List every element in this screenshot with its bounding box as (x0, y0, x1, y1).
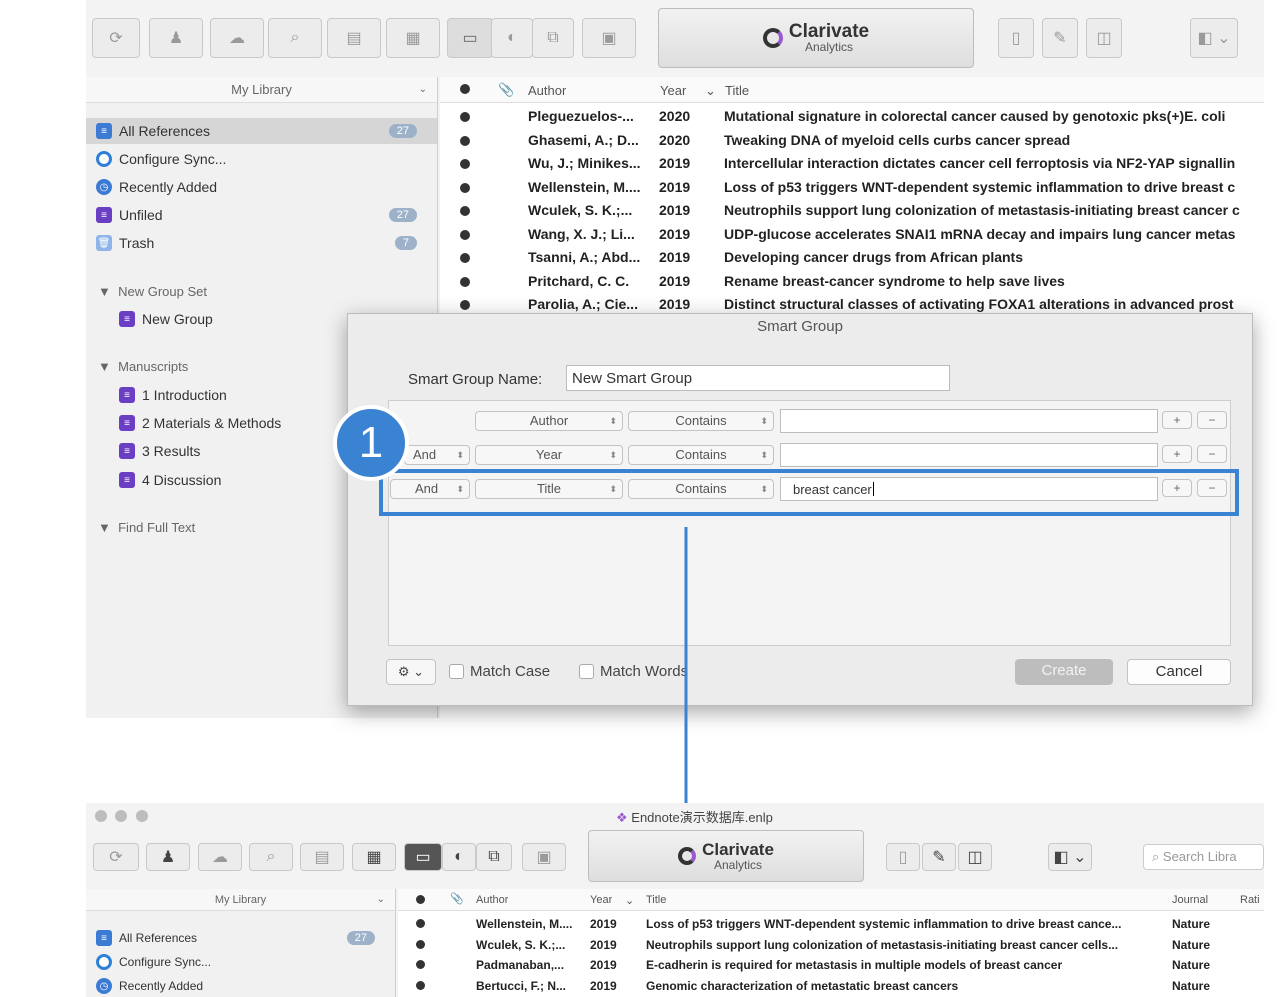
layout-button-2[interactable]: ✎ (922, 843, 956, 871)
sidebar-item-label: Recently Added (119, 979, 204, 993)
sidebar-item-label: All References (119, 931, 198, 945)
layout-button-3[interactable]: ◫ (958, 843, 992, 871)
read-status-dot (416, 919, 425, 928)
journal-cell: Nature (1172, 937, 1211, 952)
sidebar-item-all-references[interactable]: ≡ All References 27 (86, 927, 395, 949)
read-status-dot (416, 960, 425, 969)
read-status-column-icon[interactable] (416, 895, 425, 904)
split-icon: ◫ (967, 849, 983, 866)
online-button[interactable]: ◐ (442, 843, 476, 871)
title-cell: Genomic characterization of metastatic b… (646, 978, 959, 993)
search-icon: ⌕ (1152, 849, 1163, 864)
window-title: ❖ Endnote演示数据库.enlp (616, 807, 773, 826)
sync-button[interactable]: ⟳ (93, 843, 139, 871)
zoom-window-icon[interactable] (136, 810, 148, 822)
pdf-icon: ▣ (536, 849, 552, 866)
clock-icon: ◷ (96, 978, 112, 994)
citation-icon: ▦ (366, 849, 382, 866)
cloud-icon: ☁ (212, 849, 228, 866)
find-icon: ⌕ (266, 848, 276, 865)
brand-subtitle: Analytics (713, 858, 762, 872)
library-button[interactable]: ⧉ (476, 843, 512, 871)
find-button[interactable]: ⌕ (249, 843, 293, 871)
table-row[interactable]: Bertucci, F.; N... 2019 Genomic characteri… (398, 976, 1264, 996)
endnote-file-icon: ❖ (616, 810, 632, 825)
library-icon: ⧉ (488, 848, 500, 865)
sync-icon (96, 954, 112, 970)
column-journal[interactable]: Journal (1172, 894, 1208, 906)
table-row[interactable]: Wculek, S. K.;... 2019 Neutrophils support… (398, 935, 1264, 955)
add-user-button[interactable]: ♟ (146, 843, 190, 871)
column-year[interactable]: Year (590, 894, 612, 906)
title-cell: E-cadherin is required for metastasis in… (646, 958, 1063, 972)
column-author[interactable]: Author (476, 894, 508, 906)
sort-chevron-icon: ⌄ (625, 895, 635, 907)
list-header: 📎 Author Year ⌄ Title Journal Rati (398, 889, 1264, 911)
panel-icon: ▯ (898, 849, 908, 866)
document-icon: ▤ (314, 849, 330, 866)
title-cell: Neutrophils support lung colonization of… (646, 937, 1119, 952)
author-cell: Wculek, S. K.;... (476, 937, 566, 952)
table-row[interactable]: Padmanaban,... 2019 E-cadherin is required… (398, 955, 1264, 975)
clarivate-logo-icon (678, 847, 697, 865)
sidebar-item-label: Configure Sync... (119, 955, 212, 969)
edit-reference-button[interactable]: ▤ (300, 843, 344, 871)
reference-list: 📎 Author Year ⌄ Title Journal Rati Welle… (398, 889, 1264, 997)
brand-title: Clarivate (702, 840, 774, 859)
year-cell: 2019 (590, 958, 617, 972)
insert-citation-button[interactable]: ▦ (352, 843, 396, 871)
search-input[interactable]: ⌕ Search Libra (1143, 844, 1264, 870)
attachment-column-icon[interactable]: 📎 (450, 892, 464, 905)
author-cell: Bertucci, F.; N... (476, 978, 567, 993)
references-icon: ≡ (96, 930, 112, 946)
sidebar: My Library ⌄ ≡ All References 27 Configure … (86, 889, 396, 997)
close-window-icon[interactable] (95, 810, 107, 822)
year-cell: 2019 (590, 978, 617, 993)
clarivate-brand: Clarivate Analytics (588, 830, 864, 882)
cloud-button[interactable]: ☁ (198, 843, 242, 871)
sync-icon: ⟳ (109, 849, 123, 866)
person-icon: ♟ (160, 849, 176, 866)
search-placeholder: Search Libra (1162, 849, 1237, 864)
layout-toggle-icon: ◧ ⌄ (1053, 849, 1087, 866)
layout-toggle-button[interactable]: ◧ ⌄ (1048, 843, 1092, 871)
table-row[interactable]: Wellenstein, M.... 2019 Loss of p53 trigge… (398, 914, 1264, 934)
column-rating[interactable]: Rati (1240, 894, 1260, 906)
chevron-down-icon: ⌄ (376, 894, 385, 905)
sidebar-header[interactable]: My Library ⌄ (86, 889, 395, 911)
journal-cell: Nature (1172, 917, 1211, 931)
folder-icon: ▭ (415, 849, 431, 866)
endnote-window-bottom: ❖ Endnote演示数据库.enlp ⟳ ♟ ☁ ⌕ ▤ ▦ ▭ ◐ ⧉ ▣ … (86, 803, 1264, 997)
sidebar-item-recently-added[interactable]: ◷ Recently Added (86, 975, 395, 997)
sidebar-header-label: My Library (214, 893, 267, 906)
layout-button-1[interactable]: ▯ (886, 843, 920, 871)
author-cell: Padmanaban,... (476, 958, 565, 972)
journal-cell: Nature (1172, 978, 1211, 993)
window-title-text: Endnote演示数据库.enlp (631, 810, 773, 825)
notes-icon: ✎ (932, 849, 946, 866)
author-cell: Wellenstein, M.... (476, 917, 573, 931)
count-badge: 27 (346, 931, 375, 945)
journal-cell: Nature (1172, 958, 1211, 972)
title-cell: Loss of p53 triggers WNT-dependent syste… (646, 917, 1122, 931)
pdf-button[interactable]: ▣ (522, 843, 566, 871)
sidebar-item-configure-sync[interactable]: Configure Sync... (86, 951, 395, 973)
year-cell: 2019 (590, 917, 617, 931)
minimize-window-icon[interactable] (115, 810, 127, 822)
read-status-dot (416, 939, 425, 949)
column-title[interactable]: Title (646, 894, 666, 906)
globe-icon: ◐ (454, 848, 464, 865)
folder-button[interactable]: ▭ (404, 843, 442, 871)
read-status-dot (416, 980, 425, 990)
year-cell: 2019 (590, 937, 617, 952)
